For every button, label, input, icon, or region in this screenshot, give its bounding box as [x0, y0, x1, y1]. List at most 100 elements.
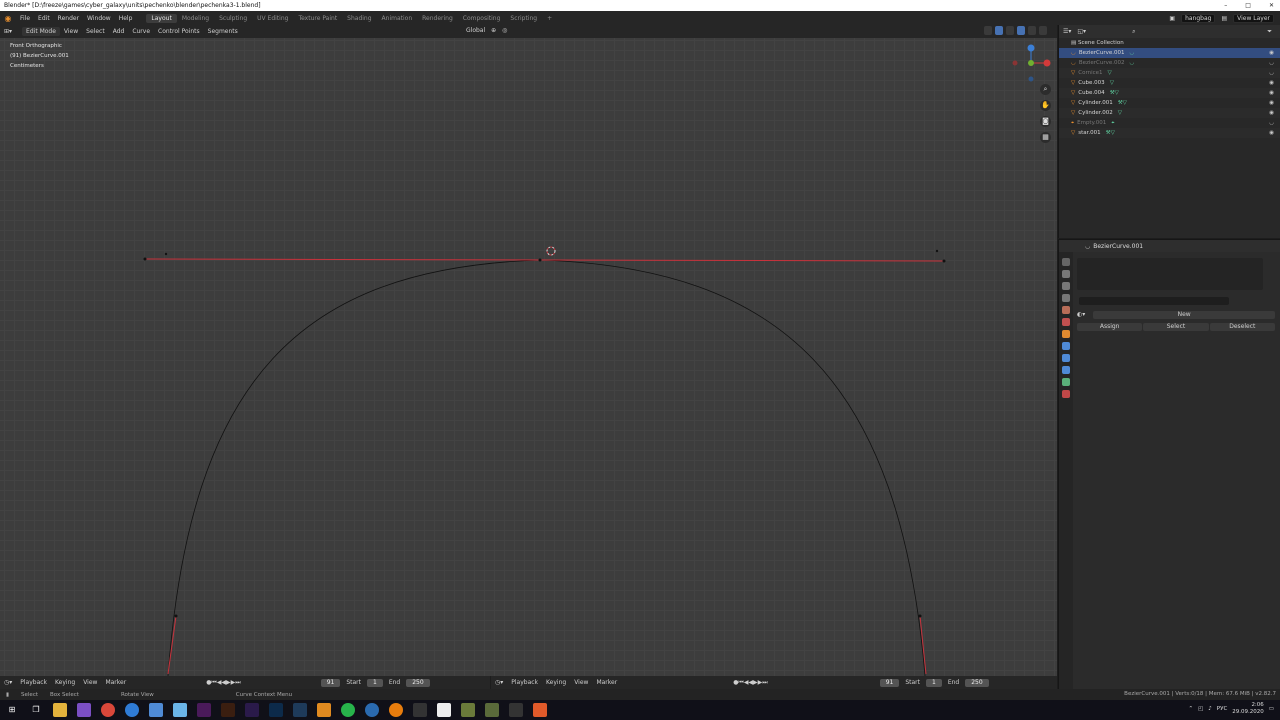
overlay-toggle-icon[interactable] — [984, 26, 992, 35]
blender-taskbar-icon[interactable] — [389, 703, 403, 717]
photoshop-icon[interactable] — [269, 703, 283, 717]
task-view-icon[interactable]: ❐ — [29, 703, 43, 717]
tab-compositing[interactable]: Compositing — [458, 14, 506, 23]
visibility-eye-icon[interactable]: ◉ — [1269, 48, 1274, 58]
tab-animation[interactable]: Animation — [377, 14, 418, 23]
control-point[interactable] — [538, 258, 542, 262]
zoom-icon[interactable]: ⌕ — [1040, 84, 1051, 95]
filter-icon[interactable]: ⏷ — [1267, 28, 1272, 36]
outliner-item-cylinder-001[interactable]: ▽ Cylinder.001 ⚒▽ ◉ — [1059, 98, 1280, 108]
particles-tab-icon[interactable] — [1062, 354, 1070, 362]
assign-button[interactable]: Assign — [1077, 323, 1143, 331]
add-workspace-button[interactable]: + — [542, 14, 557, 23]
hidden-eye-icon[interactable]: ◡ — [1269, 58, 1274, 68]
visibility-eye-icon[interactable]: ◉ — [1269, 98, 1274, 108]
start-frame-field[interactable]: 1 — [367, 678, 383, 687]
menu-render[interactable]: Render — [54, 15, 83, 22]
camera-icon[interactable]: ◙ — [1040, 116, 1051, 127]
tab-shading[interactable]: Shading — [342, 14, 376, 23]
deselect-button[interactable]: Deselect — [1209, 323, 1275, 331]
outliner-item-empty-001[interactable]: ⌖ Empty.001 ⌖ ◡ — [1059, 118, 1280, 128]
current-frame-field[interactable]: 91 — [320, 678, 341, 687]
playback-controls[interactable]: ●⏮◀◀▶▶⏭ — [733, 679, 768, 687]
material-filter-field[interactable] — [1079, 297, 1229, 305]
timeline-editor-icon[interactable]: ◷▾ — [491, 679, 507, 686]
menu-file[interactable]: File — [16, 15, 34, 22]
close-button[interactable]: ✕ — [1269, 0, 1274, 11]
timeline-view[interactable]: View — [79, 679, 101, 686]
playback-controls[interactable]: ●⏮◀◀▶▶⏭ — [206, 679, 241, 687]
blender-logo-icon[interactable]: ◉ — [0, 14, 16, 23]
select-button[interactable]: Select — [1143, 323, 1209, 331]
timeline-keying[interactable]: Keying — [542, 679, 570, 686]
solid-shading-icon[interactable] — [1017, 26, 1025, 35]
render-tab-icon[interactable] — [1062, 270, 1070, 278]
axis-gizmo[interactable] — [1012, 44, 1051, 82]
control-point[interactable] — [143, 257, 147, 261]
3d-cursor-icon[interactable] — [546, 246, 556, 256]
proportional-edit-icon[interactable]: ◎ — [502, 27, 507, 34]
material-slot-list[interactable] — [1077, 258, 1263, 290]
viewport-menu-segments[interactable]: Segments — [204, 28, 242, 35]
xray-toggle-icon[interactable] — [995, 26, 1003, 35]
tool-tab-icon[interactable] — [1062, 258, 1070, 266]
app-icon[interactable] — [365, 703, 379, 717]
timeline-playback[interactable]: Playback — [16, 679, 51, 686]
search-icon[interactable]: ⌕ — [1132, 28, 1135, 36]
orientation-dropdown[interactable]: Global — [466, 27, 485, 34]
after-effects-icon[interactable] — [245, 703, 259, 717]
timeline-keying[interactable]: Keying — [51, 679, 79, 686]
modifier-tab-icon[interactable] — [1062, 342, 1070, 350]
tab-modeling[interactable]: Modeling — [177, 14, 214, 23]
grid-ortho-icon[interactable]: ▦ — [1040, 132, 1051, 143]
windows-start-icon[interactable]: ⊞ — [5, 703, 19, 717]
chrome-icon[interactable] — [101, 703, 115, 717]
app-icon[interactable] — [173, 703, 187, 717]
app-icon[interactable] — [317, 703, 331, 717]
timeline-view[interactable]: View — [570, 679, 592, 686]
control-point[interactable] — [942, 259, 946, 263]
premiere-icon[interactable] — [197, 703, 211, 717]
control-point[interactable] — [164, 252, 168, 256]
viewport-menu-select[interactable]: Select — [82, 28, 109, 35]
hidden-eye-icon[interactable]: ◡ — [1269, 68, 1274, 78]
app-icon[interactable] — [533, 703, 547, 717]
3d-viewport[interactable]: Front Orthographic (91) BezierCurve.001 … — [0, 38, 1057, 676]
visibility-eye-icon[interactable]: ◉ — [1269, 108, 1274, 118]
app-icon[interactable] — [485, 703, 499, 717]
handle-line-right[interactable] — [919, 615, 927, 675]
viewport-menu-curve[interactable]: Curve — [128, 28, 154, 35]
app-icon[interactable] — [413, 703, 427, 717]
end-frame-field[interactable]: 250 — [965, 678, 989, 687]
wireframe-shading-icon[interactable] — [1006, 26, 1014, 35]
whatsapp-icon[interactable] — [341, 703, 355, 717]
app-icon[interactable] — [149, 703, 163, 717]
curve-canvas[interactable] — [0, 38, 1057, 676]
outliner-editor-icon[interactable]: ☰▾ — [1063, 28, 1071, 35]
material-browse-icon[interactable]: ◐▾ — [1077, 311, 1085, 318]
volume-icon[interactable]: ♪ — [1208, 706, 1212, 712]
rendered-shading-icon[interactable] — [1039, 26, 1047, 35]
outliner-item-cylinder-002[interactable]: ▽ Cylinder.002 ▽ ◉ — [1059, 108, 1280, 118]
mode-dropdown[interactable]: Edit Mode — [22, 27, 60, 36]
control-point[interactable] — [174, 614, 178, 618]
outliner-item-beziercurve-001[interactable]: ◡ BezierCurve.001 ◡ ◉ — [1059, 48, 1280, 58]
end-frame-field[interactable]: 250 — [406, 678, 430, 687]
tab-sculpting[interactable]: Sculpting — [214, 14, 252, 23]
minimize-button[interactable]: – — [1224, 0, 1227, 11]
handle-line-left[interactable] — [167, 615, 177, 675]
visual-studio-icon[interactable] — [77, 703, 91, 717]
control-point[interactable] — [935, 249, 939, 253]
physics-tab-icon[interactable] — [1062, 366, 1070, 374]
timeline-playback[interactable]: Playback — [507, 679, 542, 686]
outliner-item-cube-004[interactable]: ▽ Cube.004 ⚒▽ ◉ — [1059, 88, 1280, 98]
tab-uv-editing[interactable]: UV Editing — [252, 14, 293, 23]
pan-hand-icon[interactable]: ✋ — [1040, 100, 1051, 111]
hidden-eye-icon[interactable]: ◡ — [1269, 118, 1274, 128]
view-layer-tab-icon[interactable] — [1062, 294, 1070, 302]
viewport-menu-view[interactable]: View — [60, 28, 82, 35]
tray-chevron-icon[interactable]: ⌃ — [1188, 706, 1193, 712]
network-icon[interactable]: ◰ — [1198, 706, 1203, 712]
edge-icon[interactable] — [125, 703, 139, 717]
outliner-item-star-001[interactable]: ▽ star.001 ⚒▽ ◉ — [1059, 128, 1280, 138]
